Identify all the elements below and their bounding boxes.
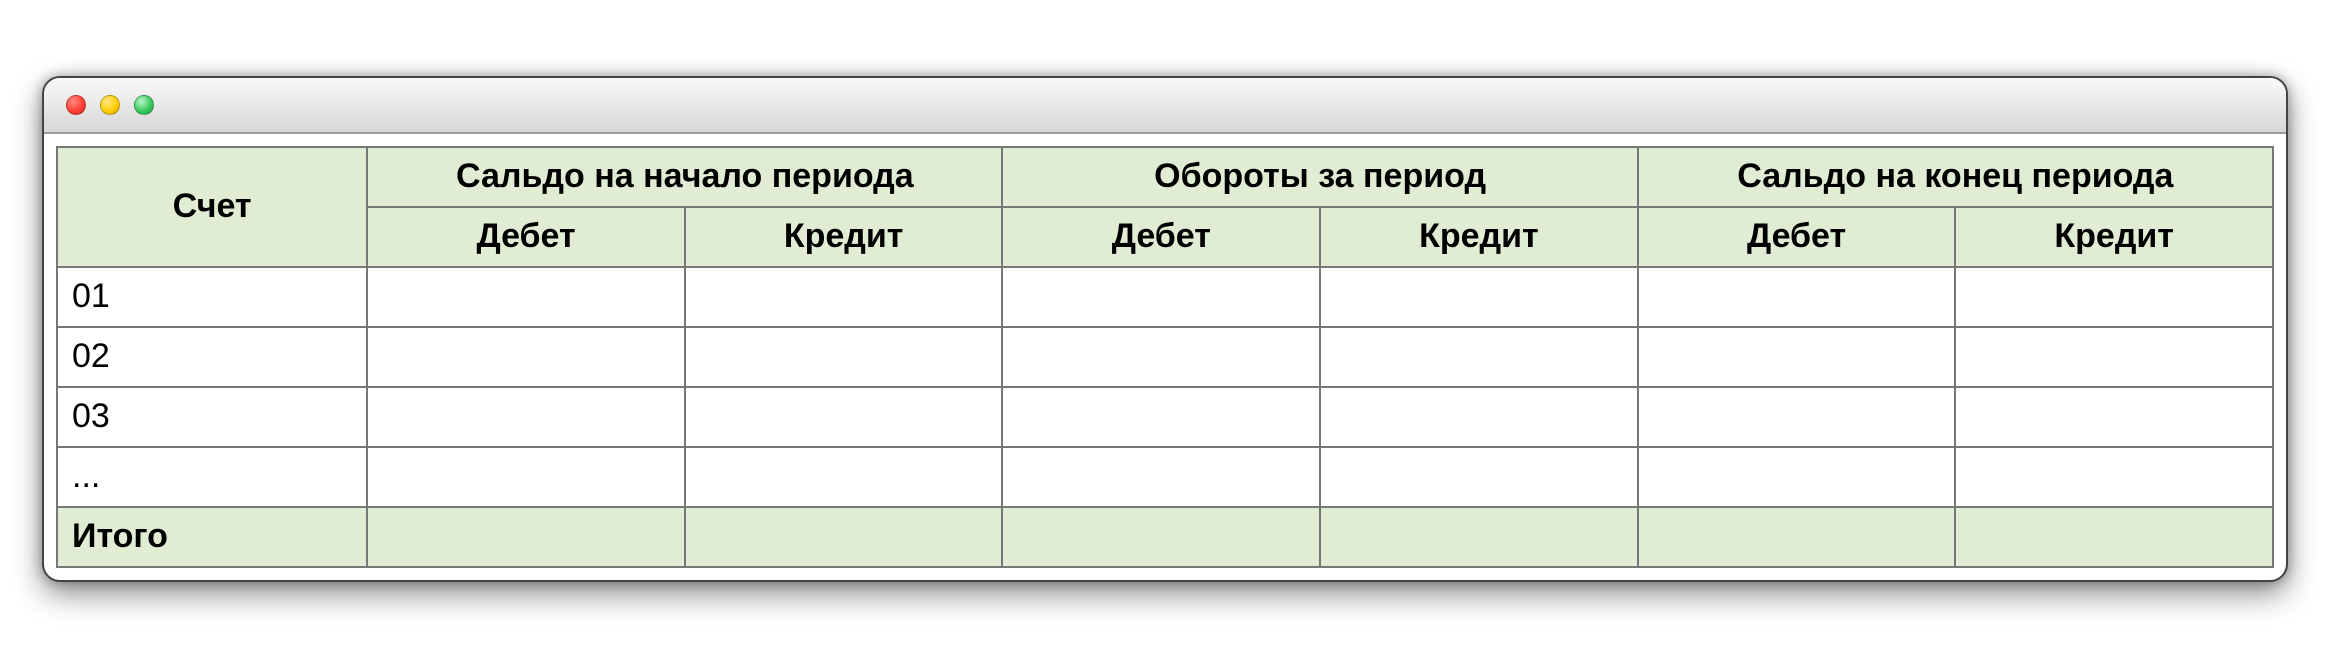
- cell-turn-credit: [1320, 447, 1638, 507]
- table-row: 03: [57, 387, 2273, 447]
- cell-start-credit: [685, 387, 1003, 447]
- cell-total-turn-credit: [1320, 507, 1638, 567]
- cell-turn-debit: [1002, 447, 1320, 507]
- app-window: Счет Сальдо на начало периода Обороты за…: [42, 76, 2288, 581]
- cell-turn-debit: [1002, 327, 1320, 387]
- cell-start-debit: [367, 267, 685, 327]
- cell-total-start-debit: [367, 507, 685, 567]
- cell-end-credit: [1955, 327, 2273, 387]
- table-total-row: Итого: [57, 507, 2273, 567]
- cell-start-credit: [685, 327, 1003, 387]
- cell-start-credit: [685, 447, 1003, 507]
- th-turn-debit: Дебет: [1002, 207, 1320, 267]
- cell-account: 03: [57, 387, 367, 447]
- cell-total-label: Итого: [57, 507, 367, 567]
- cell-end-debit: [1638, 447, 1956, 507]
- cell-account: 01: [57, 267, 367, 327]
- cell-turn-credit: [1320, 267, 1638, 327]
- cell-end-credit: [1955, 447, 2273, 507]
- window-titlebar: [44, 78, 2286, 134]
- th-end-debit: Дебет: [1638, 207, 1956, 267]
- th-account: Счет: [57, 147, 367, 267]
- close-icon[interactable]: [66, 95, 86, 115]
- zoom-icon[interactable]: [134, 95, 154, 115]
- table-row: 01: [57, 267, 2273, 327]
- th-start-debit: Дебет: [367, 207, 685, 267]
- th-end-credit: Кредит: [1955, 207, 2273, 267]
- cell-start-credit: [685, 267, 1003, 327]
- cell-start-debit: [367, 387, 685, 447]
- cell-turn-credit: [1320, 327, 1638, 387]
- cell-start-debit: [367, 327, 685, 387]
- cell-total-end-debit: [1638, 507, 1956, 567]
- th-group-turnover: Обороты за период: [1002, 147, 1637, 207]
- cell-turn-debit: [1002, 267, 1320, 327]
- cell-end-credit: [1955, 387, 2273, 447]
- cell-total-turn-debit: [1002, 507, 1320, 567]
- table-row: 02: [57, 327, 2273, 387]
- window-content: Счет Сальдо на начало периода Обороты за…: [44, 134, 2286, 579]
- cell-end-debit: [1638, 387, 1956, 447]
- table-row: ...: [57, 447, 2273, 507]
- cell-account: ...: [57, 447, 367, 507]
- cell-end-credit: [1955, 267, 2273, 327]
- th-start-credit: Кредит: [685, 207, 1003, 267]
- th-turn-credit: Кредит: [1320, 207, 1638, 267]
- cell-end-debit: [1638, 327, 1956, 387]
- minimize-icon[interactable]: [100, 95, 120, 115]
- th-group-start-balance: Сальдо на начало периода: [367, 147, 1002, 207]
- cell-turn-debit: [1002, 387, 1320, 447]
- cell-total-start-credit: [685, 507, 1003, 567]
- cell-end-debit: [1638, 267, 1956, 327]
- cell-turn-credit: [1320, 387, 1638, 447]
- cell-total-end-credit: [1955, 507, 2273, 567]
- cell-account: 02: [57, 327, 367, 387]
- th-group-end-balance: Сальдо на конец периода: [1638, 147, 2273, 207]
- cell-start-debit: [367, 447, 685, 507]
- balance-table: Счет Сальдо на начало периода Обороты за…: [56, 146, 2274, 567]
